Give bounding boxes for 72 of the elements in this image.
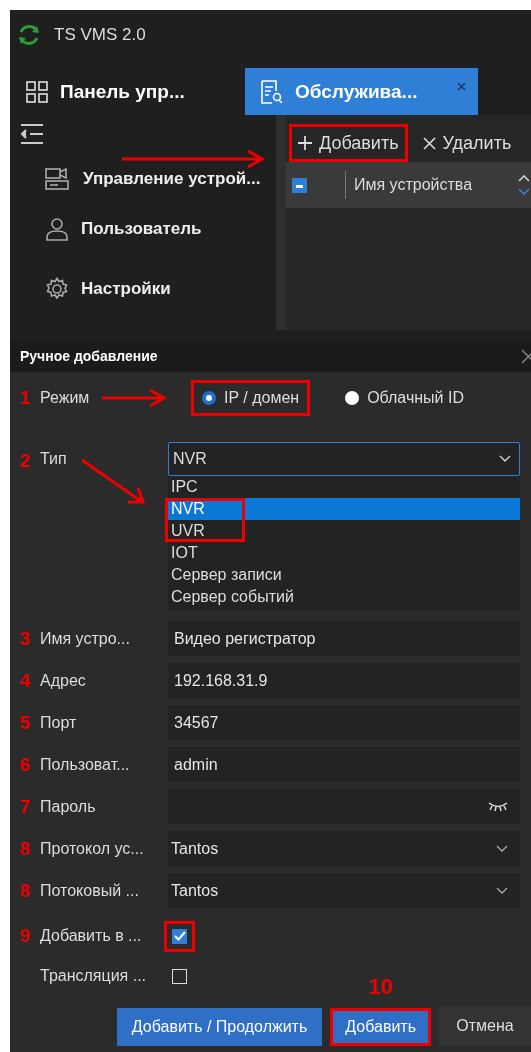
user-icon — [45, 217, 69, 241]
radio-option[interactable]: Облачный ID — [335, 381, 474, 415]
field-label: Пользоват... — [40, 755, 130, 774]
step-number: 6 — [20, 753, 32, 776]
sidebar-item[interactable]: Управление устрой... — [18, 159, 276, 199]
dialog-button[interactable]: Отмена — [439, 1006, 531, 1046]
maintenance-tab[interactable]: Обслужива... — [245, 68, 478, 115]
input-field[interactable]: admin — [168, 747, 520, 782]
input-field[interactable]: 192.168.31.9 — [168, 663, 520, 698]
field-label: Адрес — [40, 671, 86, 690]
dropdown-option[interactable]: Сервер событий — [168, 586, 520, 608]
column-header[interactable]: Имя устройства — [354, 176, 509, 194]
sort-icon[interactable] — [517, 173, 531, 197]
type-dropdown[interactable]: NVR — [168, 442, 520, 476]
checkmark-icon — [173, 931, 186, 941]
dropdown-field[interactable]: Tantos — [168, 831, 520, 866]
panel-label[interactable]: Панель упр... — [60, 80, 185, 103]
checkbox-label: Трансляция ... — [40, 967, 147, 985]
step-number: 3 — [20, 627, 32, 650]
field-label: Тип — [40, 450, 67, 468]
step-number: 8 — [20, 879, 32, 902]
field-label: Протокол ус... — [40, 839, 144, 858]
settings-icon — [45, 277, 69, 301]
dropdown-option[interactable]: NVR — [168, 498, 520, 520]
dropdown-option[interactable]: UVR — [168, 520, 520, 542]
dropdown-option[interactable]: IOT — [168, 542, 520, 564]
dialog-title: Ручное добавление — [20, 348, 158, 364]
collapse-menu-icon[interactable] — [20, 123, 44, 145]
field-label: Пароль — [40, 797, 96, 816]
close-icon — [422, 136, 436, 150]
add-button[interactable]: Добавить — [290, 125, 407, 161]
step-number: 10 — [368, 974, 393, 1000]
dialog-button[interactable]: Добавить — [330, 1008, 431, 1046]
select-all-checkbox[interactable] — [292, 177, 307, 193]
password-field[interactable] — [168, 789, 520, 824]
app-title: TS VMS 2.0 — [54, 25, 146, 45]
dropdown-option[interactable]: Сервер записи — [168, 564, 520, 586]
field-label: Потоковый ... — [40, 881, 139, 900]
step-number: 1 — [20, 387, 32, 409]
sidebar-item[interactable]: Пользователь — [18, 199, 276, 259]
logo-icon — [16, 22, 42, 48]
radio-option[interactable]: IP / домен — [192, 381, 310, 415]
step-number: 2 — [20, 450, 32, 472]
checkbox[interactable] — [164, 920, 195, 952]
field-label: Режим — [40, 389, 90, 407]
device-icon — [45, 167, 71, 191]
chevron-down-icon — [499, 455, 511, 463]
delete-button[interactable]: Удалить — [414, 125, 520, 161]
step-number: 7 — [20, 795, 32, 818]
sidebar-item[interactable]: Настройки — [18, 259, 276, 319]
step-number: 5 — [20, 711, 32, 734]
grid-icon — [26, 80, 48, 103]
document-wrench-icon — [259, 78, 283, 105]
chevron-down-icon — [496, 844, 508, 853]
checkbox-label: Добавить в ... — [40, 927, 142, 945]
close-icon[interactable] — [521, 349, 531, 363]
field-label: Порт — [40, 713, 77, 732]
field-label: Имя устро... — [40, 629, 130, 648]
step-number: 9 — [20, 925, 32, 947]
closed-eye-icon[interactable] — [488, 801, 508, 812]
step-number: 4 — [20, 669, 32, 692]
step-number: 8 — [20, 837, 32, 860]
input-field[interactable]: 34567 — [168, 705, 520, 740]
dropdown-field[interactable]: Tantos — [168, 873, 520, 908]
dropdown-option[interactable]: IPC — [168, 476, 520, 498]
radio-button[interactable] — [345, 391, 360, 405]
radio-button[interactable] — [202, 391, 216, 405]
chevron-down-icon — [496, 886, 508, 895]
close-icon[interactable] — [457, 82, 466, 91]
dialog-button[interactable]: Добавить / Продолжить — [116, 1008, 323, 1046]
plus-icon — [298, 136, 312, 150]
input-field[interactable]: Видео регистратор — [168, 621, 520, 656]
